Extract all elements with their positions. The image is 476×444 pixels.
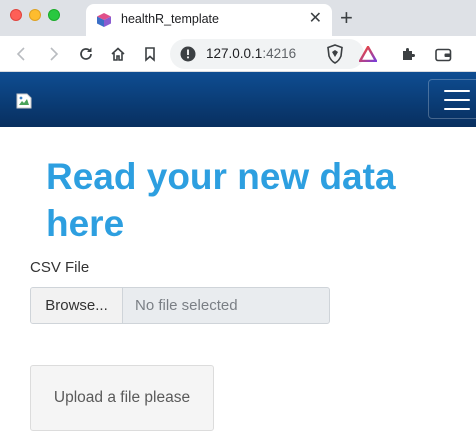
reload-icon[interactable]: [75, 43, 97, 65]
extensions-icon[interactable]: [398, 43, 420, 65]
brave-shield-icon[interactable]: [324, 43, 346, 65]
forward-icon[interactable]: [43, 43, 65, 65]
page-heading: Read your new data here: [46, 156, 396, 244]
navbar-toggle-button[interactable]: [428, 79, 476, 119]
browse-button[interactable]: Browse...: [31, 288, 123, 323]
hamburger-icon: [444, 90, 470, 92]
new-tab-button[interactable]: +: [340, 6, 353, 30]
url-text[interactable]: 127.0.0.1:4216: [206, 46, 296, 61]
brave-rewards-icon[interactable]: [357, 43, 379, 65]
home-icon[interactable]: [107, 43, 129, 65]
wallet-icon[interactable]: [432, 43, 454, 65]
tab-strip: healthR_template ✕ +: [0, 0, 476, 36]
upload-status-message: Upload a file please: [30, 365, 214, 431]
app-navbar: [0, 72, 476, 127]
tab-title: healthR_template: [121, 12, 219, 26]
csv-file-label: CSV File: [30, 259, 90, 276]
window-close-button[interactable]: [10, 9, 22, 21]
window-minimize-button[interactable]: [29, 9, 41, 21]
csv-file-input: Browse... No file selected: [30, 287, 330, 324]
browser-toolbar: 127.0.0.1:4216: [0, 36, 476, 72]
back-icon[interactable]: [10, 43, 32, 65]
info-icon[interactable]: [180, 46, 196, 62]
tab-close-icon[interactable]: ✕: [309, 10, 322, 28]
broken-image-icon: [16, 93, 32, 109]
bookmark-icon[interactable]: [139, 43, 161, 65]
cube-icon: [97, 13, 111, 27]
window-zoom-button[interactable]: [48, 9, 60, 21]
browser-tab[interactable]: healthR_template ✕: [86, 4, 332, 36]
file-name-display[interactable]: No file selected: [135, 297, 238, 314]
